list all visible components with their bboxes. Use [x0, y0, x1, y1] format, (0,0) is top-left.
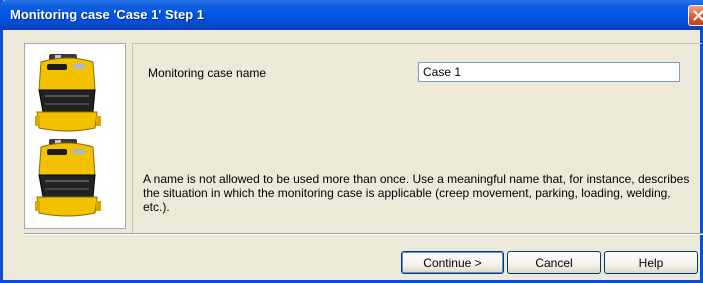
separator	[24, 233, 703, 235]
help-button-label: Help	[638, 255, 664, 270]
close-icon	[693, 10, 703, 21]
laser-scanner-icon	[35, 54, 101, 132]
monitoring-case-name-input[interactable]	[418, 62, 680, 82]
continue-button[interactable]: Continue >	[401, 251, 504, 274]
cancel-button-label: Cancel	[535, 255, 573, 270]
help-text: A name is not allowed to be used more th…	[143, 172, 690, 214]
help-button[interactable]: Help	[604, 251, 698, 274]
laser-scanner-icon	[35, 139, 101, 217]
scanner-image-pane	[24, 43, 126, 229]
cancel-button[interactable]: Cancel	[507, 251, 601, 274]
continue-button-label: Continue >	[423, 255, 482, 270]
title-bar[interactable]: Monitoring case 'Case 1' Step 1	[0, 0, 703, 30]
close-button[interactable]	[688, 5, 703, 26]
window-title: Monitoring case 'Case 1' Step 1	[10, 7, 205, 22]
monitoring-case-name-label: Monitoring case name	[148, 66, 267, 80]
